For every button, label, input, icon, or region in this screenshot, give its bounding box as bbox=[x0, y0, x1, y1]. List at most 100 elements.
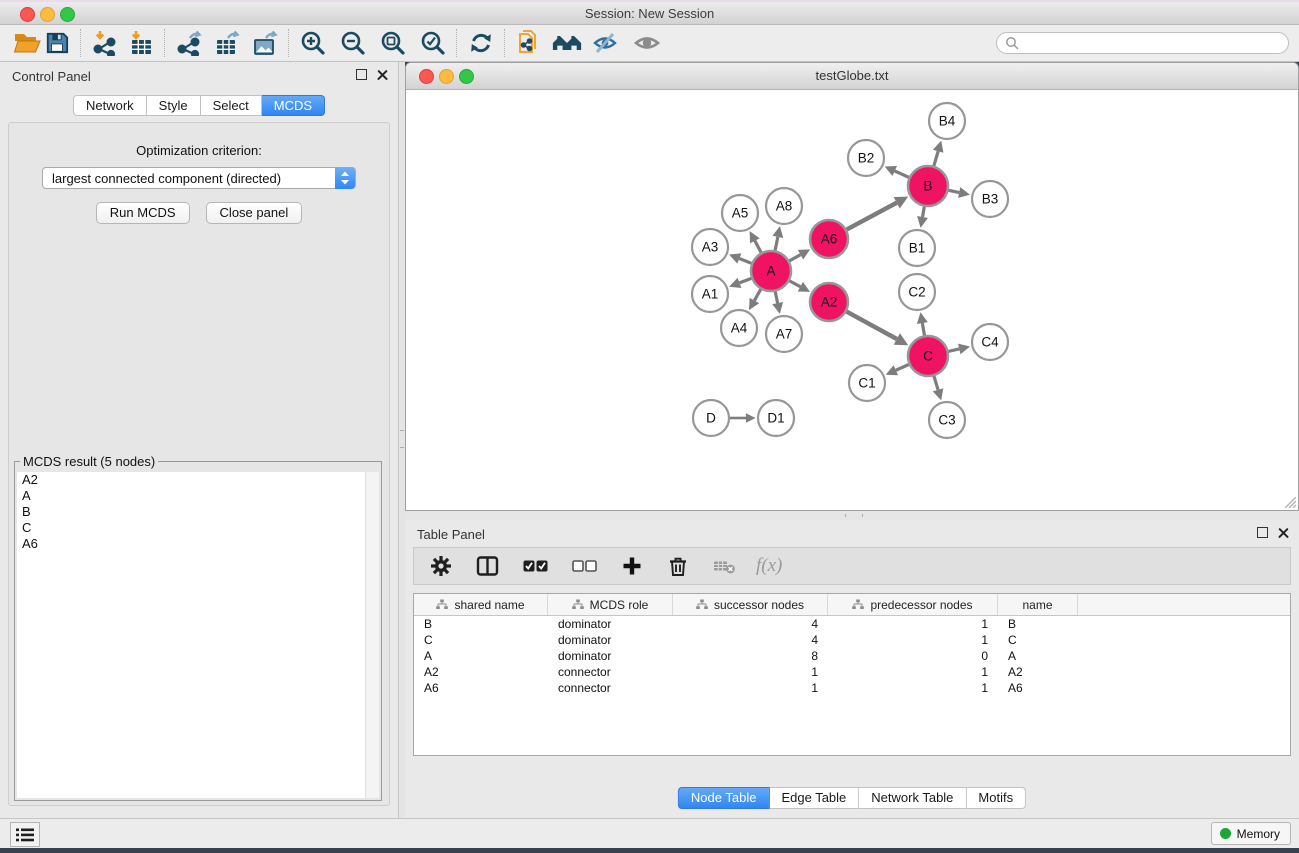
memory-button[interactable]: Memory bbox=[1211, 822, 1291, 845]
graph-edge-C-C4[interactable] bbox=[948, 349, 959, 351]
column-header-name[interactable]: name bbox=[998, 594, 1078, 615]
float-panel-icon[interactable] bbox=[1257, 527, 1268, 538]
table-cell: 4 bbox=[673, 617, 828, 631]
graph-edge-A6-B[interactable] bbox=[847, 203, 897, 230]
tab-motifs[interactable]: Motifs bbox=[966, 787, 1026, 809]
column-sort-icon bbox=[572, 599, 584, 610]
mcds-result-item[interactable]: A bbox=[17, 488, 379, 504]
main-toolbar bbox=[0, 25, 1299, 62]
import-table-button[interactable] bbox=[126, 28, 156, 58]
control-panel: Control Panel NetworkStyleSelectMCDS Opt… bbox=[0, 62, 399, 818]
search-input[interactable] bbox=[996, 32, 1289, 54]
tab-mcds[interactable]: MCDS bbox=[262, 95, 325, 116]
divider-grip[interactable] bbox=[400, 430, 404, 448]
mcds-result-item[interactable]: B bbox=[17, 504, 379, 520]
open-folder-icon bbox=[13, 31, 41, 55]
graph-edge-B-B4[interactable] bbox=[934, 151, 938, 166]
graph-edge-A-A7[interactable] bbox=[775, 292, 777, 304]
graph-edge-A-A8[interactable] bbox=[775, 237, 778, 251]
horizontal-split-divider[interactable] bbox=[405, 511, 1299, 520]
graph-node-label: A3 bbox=[702, 240, 719, 255]
resize-grip-icon[interactable] bbox=[1285, 497, 1296, 508]
import-network-button[interactable] bbox=[90, 28, 120, 58]
graph-edge-arrowhead bbox=[933, 141, 944, 153]
graph-edge-A-A4[interactable] bbox=[754, 289, 760, 300]
tab-network-table[interactable]: Network Table bbox=[859, 787, 966, 809]
first-neighbors-button[interactable] bbox=[552, 28, 582, 58]
table-row[interactable]: A2connector11A2 bbox=[414, 664, 1290, 680]
run-mcds-button[interactable]: Run MCDS bbox=[96, 202, 190, 224]
select-all-button[interactable] bbox=[523, 555, 548, 577]
column-header-label: shared name bbox=[454, 598, 524, 612]
graph-edge-A2-C[interactable] bbox=[847, 312, 897, 339]
function-builder-button[interactable]: f(x) bbox=[756, 555, 782, 577]
network-canvas[interactable]: AA1A2A3A4A5A6A7A8BB1B2B3B4CC1C2C3C4DD1 bbox=[406, 90, 1298, 510]
mcds-result-item[interactable]: A6 bbox=[17, 536, 379, 552]
save-session-button[interactable] bbox=[42, 28, 72, 58]
close-panel-icon[interactable] bbox=[377, 69, 388, 80]
column-header-predecessor-nodes[interactable]: predecessor nodes bbox=[828, 594, 998, 615]
column-header-successor-nodes[interactable]: successor nodes bbox=[673, 594, 828, 615]
zoom-selected-button[interactable] bbox=[418, 28, 448, 58]
show-column-button[interactable] bbox=[476, 555, 499, 577]
table-row[interactable]: Adominator80A bbox=[414, 648, 1290, 664]
hide-graphics-details-button[interactable] bbox=[591, 28, 621, 58]
export-table-button[interactable] bbox=[212, 28, 242, 58]
graph-edge-A-A6[interactable] bbox=[789, 255, 800, 261]
deselect-all-button[interactable] bbox=[572, 555, 597, 577]
table-options-button[interactable] bbox=[430, 555, 452, 577]
delete-table-button[interactable] bbox=[713, 555, 736, 577]
create-column-button[interactable] bbox=[621, 555, 643, 577]
optimization-criterion-select[interactable]: largest connected component (directed) bbox=[42, 167, 356, 189]
table-row[interactable]: A6connector11A6 bbox=[414, 680, 1290, 696]
clone-network-button[interactable] bbox=[514, 28, 544, 58]
zoom-in-button[interactable] bbox=[298, 28, 328, 58]
open-session-button[interactable] bbox=[12, 28, 42, 58]
tab-select[interactable]: Select bbox=[201, 95, 262, 116]
column-header-shared-name[interactable]: shared name bbox=[414, 594, 548, 615]
graph-node-label: A6 bbox=[821, 232, 838, 247]
float-panel-icon[interactable] bbox=[356, 69, 367, 80]
mcds-result-item[interactable]: A2 bbox=[17, 472, 379, 488]
graph-edge-C-C3[interactable] bbox=[934, 376, 938, 390]
task-history-button[interactable] bbox=[10, 822, 40, 847]
tab-node-table[interactable]: Node Table bbox=[678, 787, 770, 809]
delete-column-button[interactable] bbox=[667, 555, 689, 577]
gear-icon bbox=[430, 555, 452, 577]
close-panel-icon[interactable] bbox=[1278, 527, 1289, 538]
graph-edge-C-C1[interactable] bbox=[896, 364, 909, 370]
graph-edge-B-B1[interactable] bbox=[923, 207, 925, 217]
mcds-result-item[interactable]: C bbox=[17, 520, 379, 536]
eye-slash-icon bbox=[592, 31, 620, 55]
network-window-titlebar[interactable]: testGlobe.txt bbox=[406, 63, 1298, 90]
graph-edge-A-A3[interactable] bbox=[739, 259, 751, 264]
graph-edge-C-C2[interactable] bbox=[922, 323, 924, 335]
export-network-button[interactable] bbox=[174, 28, 204, 58]
graph-edge-B-B3[interactable] bbox=[949, 190, 960, 192]
column-header-label: successor nodes bbox=[714, 598, 804, 612]
show-graphics-details-button[interactable] bbox=[632, 28, 662, 58]
table-header-row: shared name MCDS role successor nodes prede… bbox=[414, 594, 1290, 616]
close-panel-button[interactable]: Close panel bbox=[206, 202, 303, 224]
mcds-list-scrollbar[interactable] bbox=[365, 472, 379, 798]
tab-network[interactable]: Network bbox=[73, 95, 147, 116]
graph-edge-A-A5[interactable] bbox=[755, 241, 761, 253]
zoom-fit-button[interactable] bbox=[378, 28, 408, 58]
table-cell: dominator bbox=[548, 617, 673, 631]
table-row[interactable]: Bdominator41B bbox=[414, 616, 1290, 632]
column-header-MCDS-role[interactable]: MCDS role bbox=[548, 594, 673, 615]
zoom-out-button[interactable] bbox=[338, 28, 368, 58]
refresh-button[interactable] bbox=[466, 28, 496, 58]
divider-grip[interactable] bbox=[845, 514, 863, 517]
graph-edge-A-A2[interactable] bbox=[790, 281, 801, 287]
table-row[interactable]: Cdominator41C bbox=[414, 632, 1290, 648]
graph-edge-A-A1[interactable] bbox=[739, 278, 751, 282]
graph-edge-B-B2[interactable] bbox=[895, 171, 909, 177]
export-image-button[interactable] bbox=[250, 28, 280, 58]
tab-edge-table[interactable]: Edge Table bbox=[769, 787, 859, 809]
table-panel-tabs: Node TableEdge TableNetwork TableMotifs bbox=[678, 787, 1026, 809]
import-network-icon bbox=[92, 30, 118, 56]
status-bar: Memory bbox=[0, 818, 1299, 848]
table-cell: connector bbox=[548, 681, 673, 695]
tab-style[interactable]: Style bbox=[147, 95, 201, 116]
